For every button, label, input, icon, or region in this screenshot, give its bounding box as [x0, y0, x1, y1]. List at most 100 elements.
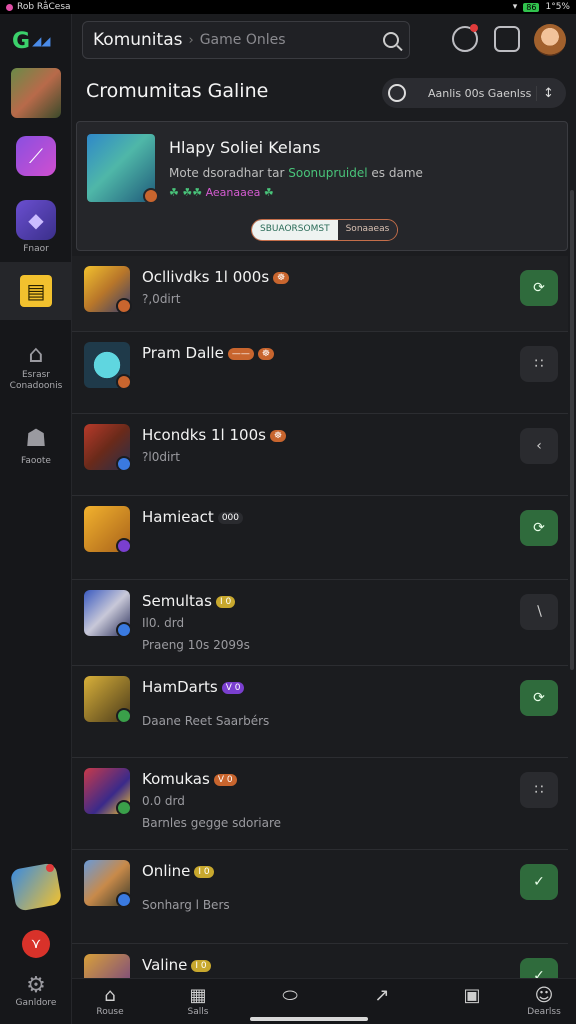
- sidebar-item-fnaor[interactable]: ◆ Fnaor: [0, 200, 72, 255]
- join-button[interactable]: ⟳: [520, 680, 558, 716]
- bottom-nav-label: Salls: [187, 1007, 209, 1017]
- join-button[interactable]: ∷: [520, 346, 558, 382]
- join-button[interactable]: ⟳: [520, 510, 558, 546]
- community-name: Valine I 0: [142, 956, 211, 974]
- map-notification-dot: [46, 864, 54, 872]
- community-name: Hamieact 000: [142, 508, 243, 526]
- featured-card[interactable]: Hlapy Soliei Kelans Mote dsoradhar tar S…: [76, 121, 568, 251]
- user-avatar[interactable]: [534, 24, 566, 56]
- verified-badge-icon: [116, 298, 132, 314]
- filter-label: Aanlis 00s Gaenlss: [428, 86, 532, 100]
- gear-icon: ⚙: [26, 972, 46, 998]
- verified-badge-icon: [116, 800, 132, 816]
- join-button[interactable]: ✓: [520, 864, 558, 900]
- sidebar-item-alert[interactable]: ⋎: [0, 930, 72, 958]
- community-row[interactable]: HamDarts V 0 Daane Reet Saarbérs ⟳: [72, 666, 568, 758]
- community-row[interactable]: Online I 0 Sonharg l Bers ✓: [72, 850, 568, 944]
- games-icon: ▦: [189, 985, 207, 1006]
- community-description: Daane Reet Saarbérs: [142, 714, 270, 728]
- verified-badge-icon: [116, 708, 132, 724]
- shield-icon: ⬭: [282, 985, 298, 1006]
- bottom-nav-home[interactable]: ⌂ Rouse: [80, 985, 140, 1017]
- community-name: Komukas V 0: [142, 770, 237, 788]
- community-subtitle: Il0. drd: [142, 616, 185, 630]
- inbox-button[interactable]: [494, 26, 520, 52]
- sidebar-item-faoote[interactable]: ☗ Faoote: [0, 418, 72, 467]
- media-icon: ▣: [463, 985, 481, 1006]
- status-right: ▾ 86 1°5%: [513, 2, 570, 12]
- community-tag: V 0: [221, 681, 245, 694]
- community-row[interactable]: Semultas I 0 Il0. drd Praeng 10s 2099s ∖: [72, 580, 568, 666]
- sidebar-label-settings: Ganldore: [15, 998, 57, 1008]
- app-logo[interactable]: G ◢◢: [12, 28, 58, 54]
- join-button[interactable]: ∖: [520, 594, 558, 630]
- join-button[interactable]: ∷: [520, 772, 558, 808]
- wifi-icon: ▾: [512, 2, 518, 12]
- featured-subtitle: Mote dsoradhar tar Soonupruidel es dame: [169, 166, 423, 180]
- community-tag-secondary: ☸: [257, 347, 274, 360]
- community-description: Barnles gegge sdoriare: [142, 816, 282, 830]
- top-bar: Komunitas › Game Onles: [72, 14, 576, 68]
- community-tag: ☸: [269, 429, 287, 442]
- status-bar: Rob Ra̐Cesa ▾ 86 1°5%: [0, 0, 576, 14]
- filter-circle-icon: [388, 84, 406, 102]
- bottom-nav-profile[interactable]: ☺ Dearlss: [514, 985, 574, 1017]
- search-bar[interactable]: Komunitas › Game Onles: [82, 21, 410, 59]
- community-name: Hcondks 1l 100s ☸: [142, 426, 287, 444]
- verified-badge-icon: [116, 456, 132, 472]
- sidebar-item-map[interactable]: [0, 862, 72, 912]
- sidebar: G ◢◢ ⟋ ◆ Fnaor ▤ ⌂ Esrasr Conadoonis ☗ F…: [0, 14, 72, 1024]
- community-row[interactable]: Komukas V 0 0.0 drd Barnles gegge sdoriare ∷: [72, 758, 568, 850]
- filter-dropdown[interactable]: Aanlis 00s Gaenlss ↕: [382, 78, 566, 108]
- community-row[interactable]: Hamieact 000 ⟳: [72, 496, 568, 580]
- profile-icon: ☺: [534, 985, 554, 1006]
- sidebar-label-fnaor: Fnaor: [23, 244, 49, 254]
- community-name: Pram Dalle —— ☸: [142, 344, 274, 362]
- sort-chevron-icon: ↕: [536, 85, 560, 101]
- verified-badge-icon: [116, 622, 132, 638]
- featured-tags: ☘ ☘☘ Aeanaaea ☘: [169, 186, 274, 199]
- sidebar-item-conadoonis[interactable]: ⌂ Esrasr Conadoonis: [0, 334, 72, 392]
- community-tag: I 0: [194, 865, 214, 878]
- community-tag: ——: [227, 347, 254, 360]
- community-row[interactable]: Hcondks 1l 100s ☸ ?l0dirt ‹: [72, 414, 568, 496]
- sidebar-item-settings[interactable]: ⚙ Ganldore: [0, 972, 72, 1009]
- search-placeholder: Game Onles: [199, 32, 286, 48]
- community-name: Online I 0: [142, 862, 214, 880]
- community-tag: 000: [217, 511, 243, 524]
- bottom-nav-shield[interactable]: ⬭: [260, 985, 320, 1007]
- bottom-nav-media[interactable]: ▣: [442, 985, 502, 1007]
- community-row[interactable]: Pram Dalle —— ☸ ∷: [72, 332, 568, 414]
- logo-bars-icon: ◢◢: [32, 34, 51, 48]
- status-left-text: Rob Ra̐Cesa: [17, 2, 71, 12]
- community-row[interactable]: Ocllivdks 1l 000s ☸ ?,0dirt ⟳: [72, 256, 568, 332]
- community-description: Sonharg l Bers: [142, 898, 230, 912]
- house-icon: ⌂: [28, 340, 44, 368]
- join-button[interactable]: ✓: [520, 958, 558, 978]
- featured-rank-badge-icon: [143, 188, 159, 204]
- search-icon[interactable]: [383, 32, 399, 48]
- community-name: Semultas I 0: [142, 592, 236, 610]
- people-icon: ☗: [25, 424, 47, 452]
- page-title: Cromumitas Galine: [86, 80, 269, 102]
- bottom-nav-games[interactable]: ▦ Salls: [168, 985, 228, 1017]
- sidebar-item-trending[interactable]: ⟋: [0, 136, 72, 176]
- sidebar-label-conadoonis: Esrasr Conadoonis: [9, 370, 63, 391]
- segment-option-b[interactable]: Sonaaeas: [337, 220, 398, 240]
- trending-chart-icon: ⟋: [16, 136, 56, 176]
- home-icon: ⌂: [104, 985, 116, 1006]
- join-button[interactable]: ‹: [520, 428, 558, 464]
- scrollbar[interactable]: [570, 190, 574, 670]
- logo-g-icon: G: [12, 28, 31, 54]
- sidebar-item-store[interactable]: ▤: [0, 262, 72, 320]
- community-tag: ☸: [273, 271, 290, 284]
- chat-icon: ↗: [374, 985, 390, 1006]
- join-button[interactable]: ⟳: [520, 270, 558, 306]
- segment-option-a[interactable]: SBUAORSOMST: [252, 220, 338, 240]
- sidebar-item-hero[interactable]: [0, 68, 72, 118]
- featured-segment-control[interactable]: SBUAORSOMST Sonaaeas: [251, 219, 399, 241]
- community-row[interactable]: Valine I 0 ✓: [72, 944, 568, 978]
- verified-badge-icon: [116, 374, 132, 390]
- bottom-nav-chat[interactable]: ↗: [352, 985, 412, 1007]
- status-time: 1°5%: [545, 2, 570, 12]
